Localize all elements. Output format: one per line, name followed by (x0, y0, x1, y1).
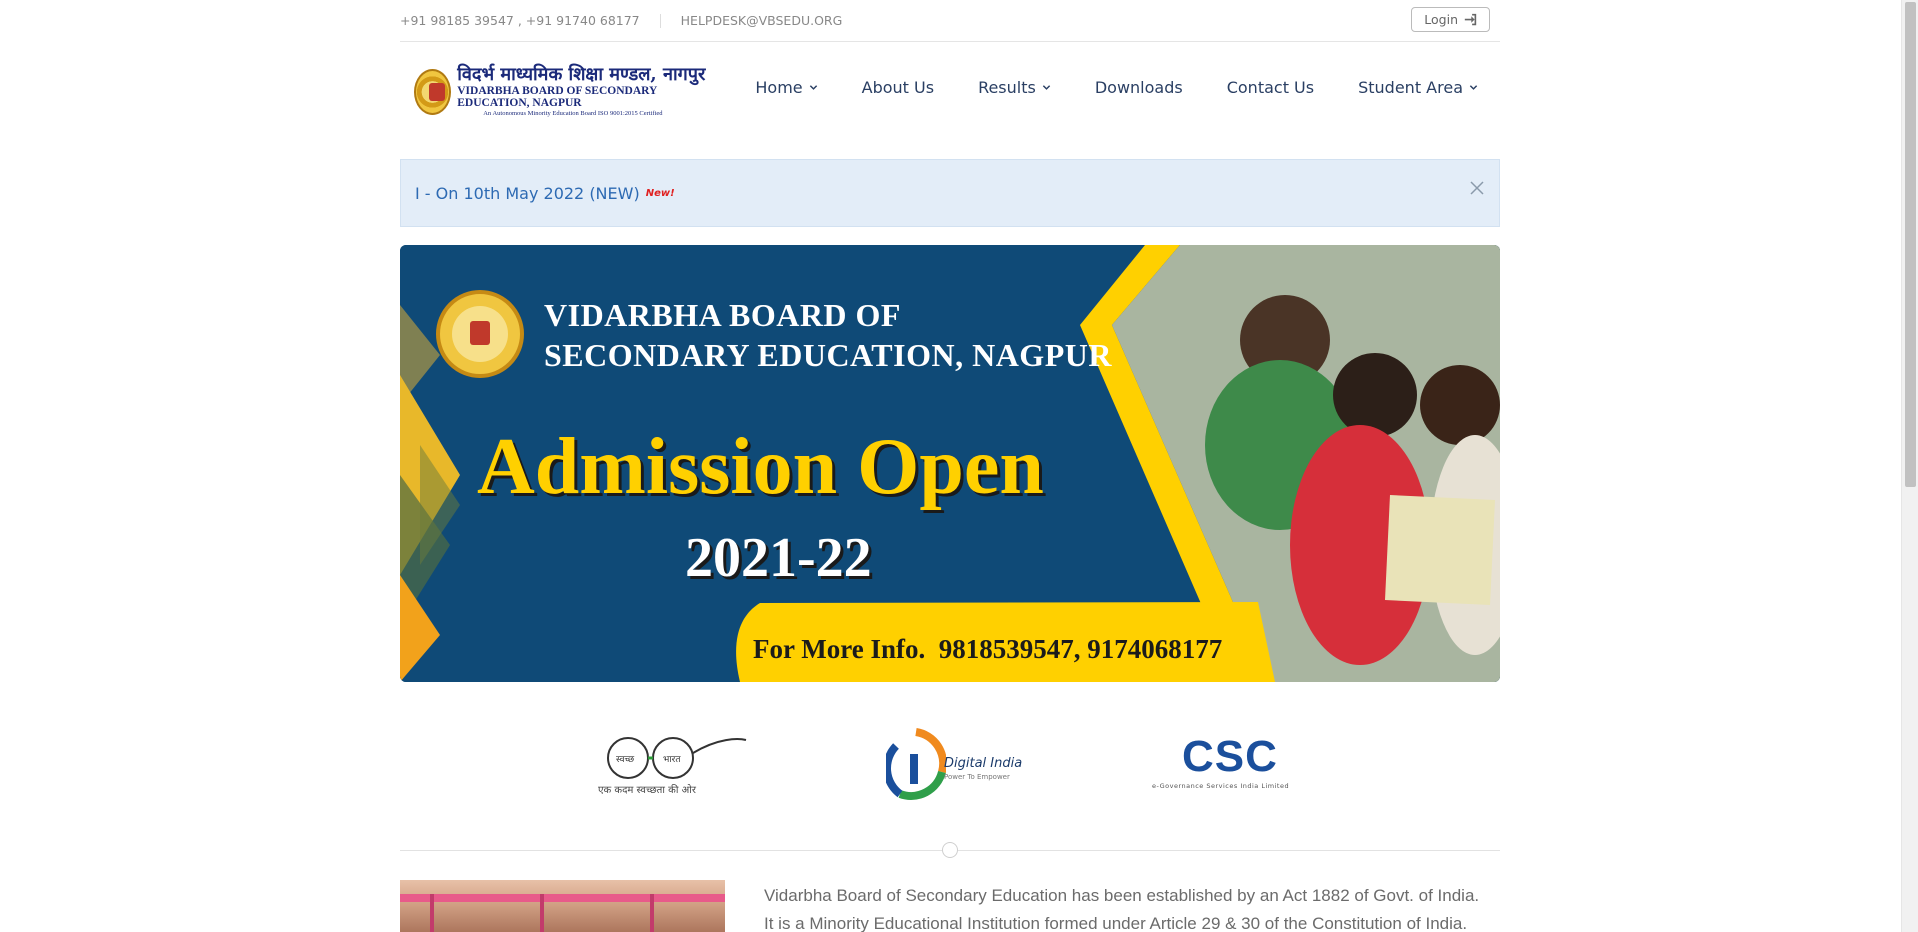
login-button[interactable]: Login (1411, 7, 1490, 32)
section-divider (400, 842, 1500, 858)
phone-numbers: +91 98185 39547 , +91 91740 68177 (400, 13, 640, 28)
logo-subtitle: An Autonomous Minority Education Board I… (483, 110, 663, 118)
helpdesk-email[interactable]: HELPDESK@VBSEDU.ORG (681, 13, 843, 28)
digital-india-logo[interactable]: Digital India Power To Empower (883, 728, 1026, 800)
nav-student-area[interactable]: Student Area (1336, 78, 1490, 97)
partner-logos: स्वच्छ भारत एक कदम स्वच्छता की ओर Digita… (400, 728, 1500, 808)
banner-title-line1: VIDARBHA BOARD OF (544, 297, 901, 333)
about-image-post (540, 894, 544, 932)
banner-contact-info: For More Info. 9818539547, 9174068177 (753, 634, 1223, 664)
nav-about-label: About Us (861, 78, 935, 97)
login-label: Login (1424, 12, 1458, 27)
chevron-down-icon (1042, 85, 1051, 90)
swachh-left-text: स्वच्छ (616, 755, 635, 765)
site-logo[interactable]: विदर्भ माध्यमिक शिक्षा मण्डल, नागपुर VID… (414, 64, 716, 118)
banner-year: 2021-22 (685, 527, 872, 589)
notice-ticker: I - On 10th May 2022 (NEW) New! (400, 159, 1500, 227)
sign-in-icon (1464, 13, 1477, 26)
banner-headline: Admission Open (477, 423, 1044, 511)
top-contact-bar: +91 98185 39547 , +91 91740 68177 HELPDE… (400, 0, 1500, 42)
banner-title: VIDARBHA BOARD OF SECONDARY EDUCATION, N… (544, 295, 1112, 375)
csc-text: CSC (1182, 732, 1278, 781)
about-paragraph: Vidarbha Board of Secondary Education ha… (764, 882, 1504, 932)
close-icon[interactable] (1469, 180, 1485, 196)
chevron-down-icon (1469, 85, 1478, 90)
notice-text[interactable]: I - On 10th May 2022 (NEW) (415, 184, 640, 203)
nav-contact-label: Contact Us (1226, 78, 1315, 97)
digital-india-text: Digital India (944, 756, 1023, 771)
topbar-separator (659, 13, 661, 28)
nav-about-us[interactable]: About Us (840, 78, 956, 97)
about-image-post (430, 894, 434, 932)
about-line-1: Vidarbha Board of Secondary Education ha… (764, 886, 1480, 905)
banner-title-line2: SECONDARY EDUCATION, NAGPUR (544, 337, 1112, 373)
chevron-down-icon (809, 85, 817, 90)
about-image (400, 880, 725, 932)
scrollbar-thumb[interactable] (1905, 2, 1916, 487)
nav-contact-us[interactable]: Contact Us (1205, 78, 1336, 97)
csc-tagline: e-Governance Services India Limited (1152, 782, 1290, 790)
csc-logo[interactable]: CSC e-Governance Services India Limited (1152, 732, 1302, 794)
new-badge: New! (645, 187, 675, 199)
hero-banner[interactable]: VIDARBHA BOARD OF SECONDARY EDUCATION, N… (400, 245, 1500, 682)
nav-downloads[interactable]: Downloads (1073, 78, 1205, 97)
nav-downloads-label: Downloads (1094, 78, 1183, 97)
nav-home[interactable]: Home (733, 78, 839, 97)
board-seal-icon (414, 69, 452, 115)
page-scrollbar[interactable] (1901, 0, 1918, 932)
nav-results-label: Results (978, 78, 1036, 97)
nav-results[interactable]: Results (956, 78, 1073, 97)
logo-hindi-name: विदर्भ माध्यमिक शिक्षा मण्डल, नागपुर (457, 64, 706, 86)
digital-india-tagline: Power To Empower (944, 773, 1010, 781)
digital-india-icon (883, 728, 948, 800)
swachh-bharat-logo[interactable]: स्वच्छ भारत एक कदम स्वच्छता की ओर (598, 728, 748, 798)
swachh-tagline: एक कदम स्वच्छता की ओर (598, 785, 696, 796)
nav-home-label: Home (755, 78, 803, 97)
about-image-canopy (400, 894, 725, 902)
about-line-2: It is a Minority Educational Institution… (764, 914, 1468, 932)
main-nav: Home About Us Results Downloads Contact … (733, 78, 1490, 97)
logo-english-name: VIDARBHA BOARD OF SECONDARY EDUCATION, N… (457, 84, 657, 110)
about-image-post (650, 894, 654, 932)
swachh-right-text: भारत (663, 755, 681, 765)
site-header: विदर्भ माध्यमिक शिक्षा मण्डल, नागपुर VID… (400, 42, 1500, 138)
divider-circle-icon (942, 842, 958, 858)
nav-student-label: Student Area (1358, 78, 1463, 97)
